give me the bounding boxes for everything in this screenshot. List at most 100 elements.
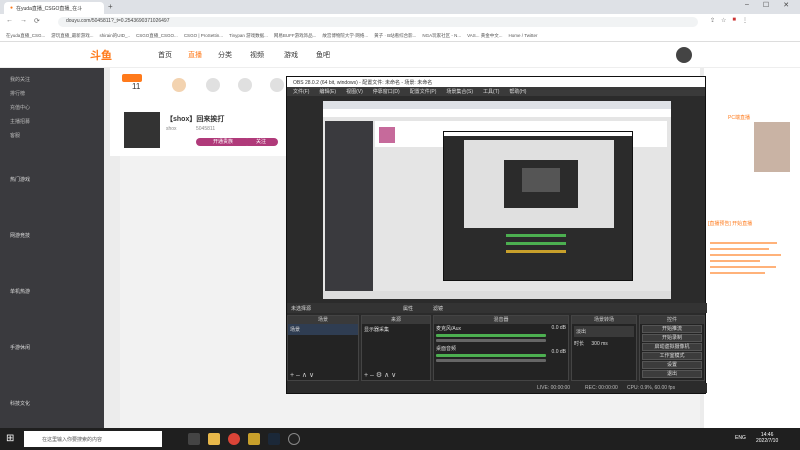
obs-taskbar-icon[interactable] <box>288 433 300 445</box>
cpu-status: CPU: 0.9%, 60.00 fps <box>627 385 676 391</box>
menu-item[interactable]: 停靠窗口(D) <box>373 88 400 95</box>
bookmark-item[interactable]: CSGO直播_CSGO... <box>136 33 178 39</box>
app-icon[interactable] <box>248 433 260 445</box>
menu-item[interactable]: 文件(F) <box>293 88 309 95</box>
filters-button[interactable]: 滤镜 <box>433 305 443 312</box>
bookmark-item[interactable]: 网易BUFF游戏饰品... <box>274 33 317 39</box>
address-bar-row: ← → ⟳ douyu.com/5045811?_t=0.25436903710… <box>0 14 800 30</box>
nav-yuba[interactable]: 鱼吧 <box>316 50 330 60</box>
sidebar-item[interactable]: 我的关注 <box>10 76 30 83</box>
douyu-logo[interactable]: 斗鱼 <box>90 47 112 63</box>
maximize-button[interactable]: ☐ <box>763 1 769 9</box>
obs-preview[interactable] <box>323 101 671 299</box>
bookmark-item[interactable]: 在yuda直播_CSG... <box>6 33 45 39</box>
chat-line <box>710 272 766 274</box>
task-icon[interactable] <box>238 78 252 92</box>
menu-icon[interactable]: ⋮ <box>742 17 748 24</box>
menu-item[interactable]: 视图(V) <box>346 88 363 95</box>
transition-select[interactable]: 淡出 <box>574 326 634 337</box>
reload-icon[interactable]: ⟳ <box>34 17 40 25</box>
studio-mode-button[interactable]: 工作室模式 <box>642 352 702 360</box>
taskbar-search[interactable]: 在这里输入你要搜索的内容 <box>24 431 162 447</box>
nav-category[interactable]: 分类 <box>218 50 232 60</box>
star-icon[interactable]: ☆ <box>721 17 726 24</box>
nav-live[interactable]: 直播 <box>188 50 202 60</box>
new-tab-button[interactable]: + <box>108 2 113 11</box>
bookmark-item[interactable]: 游玩直播_最新游戏... <box>51 33 93 39</box>
volume-slider[interactable] <box>436 339 546 342</box>
start-recording-button[interactable]: 开始录制 <box>642 334 702 342</box>
steam-icon[interactable] <box>268 433 280 445</box>
follow-button[interactable]: 关注 <box>244 138 278 146</box>
menu-item[interactable]: 配置文件(P) <box>410 88 437 95</box>
forward-icon[interactable]: → <box>20 17 27 25</box>
exit-button[interactable]: 退出 <box>642 370 702 378</box>
browser-tab[interactable]: ● 在yuda直播_CSGO直播_在斗 <box>4 2 104 14</box>
obs-window[interactable]: OBS 28.0.2 (64 bit, windows) - 配置文件: 未命名… <box>286 76 707 394</box>
duration-value[interactable]: 300 ms <box>591 341 607 347</box>
bookmark-item[interactable]: NGA玩家社区 - N... <box>422 33 461 39</box>
task-icon[interactable] <box>172 78 186 92</box>
nested-obs-2 <box>504 160 578 208</box>
streamer-avatar[interactable] <box>124 112 160 148</box>
virtual-camera-button[interactable]: 启动虚拟摄像机 <box>642 343 702 351</box>
mixer-track-name: 桌面音频 <box>436 346 457 352</box>
bookmark-item[interactable]: 故宫博物院大学·网络... <box>322 33 368 39</box>
bookmark-item[interactable]: VAS... 黄金中文... <box>467 33 502 39</box>
properties-button[interactable]: 属性 <box>403 305 413 312</box>
scene-controls[interactable]: + – ∧ ∨ <box>290 371 314 379</box>
bookmark-item[interactable]: shirain的UID_.. <box>100 33 131 39</box>
nav-home[interactable]: 首页 <box>158 50 172 60</box>
favicon-icon: ● <box>10 5 14 11</box>
chat-line <box>710 260 761 262</box>
transition-dock: 场景转场 淡出 时长 300 ms <box>571 315 637 381</box>
minimize-button[interactable]: – <box>745 1 749 9</box>
extension-icon[interactable]: ■ <box>732 17 736 24</box>
menu-item[interactable]: 工具(T) <box>483 88 499 95</box>
obs-menu: 文件(F) 编辑(E) 视图(V) 停靠窗口(D) 配置文件(P) 场景集合(S… <box>287 87 705 96</box>
sidebar-item[interactable]: 排行榜 <box>10 90 25 97</box>
source-item[interactable]: 显示器采集 <box>362 324 430 335</box>
settings-button[interactable]: 设置 <box>642 361 702 369</box>
bookmark-item[interactable]: Tinypan 游戏数据... <box>229 33 268 39</box>
nav-game[interactable]: 游戏 <box>284 50 298 60</box>
close-button[interactable]: ✕ <box>783 1 789 9</box>
url-input[interactable]: douyu.com/5045811?_t=0.2543690371026497 <box>58 17 698 27</box>
noble-button[interactable]: 开通贵族 <box>196 138 250 146</box>
sidebar-item[interactable]: 主播招募 <box>10 118 30 125</box>
bookmark-item[interactable]: Home / Twitter <box>509 33 538 38</box>
language-indicator[interactable]: ENG <box>735 435 746 441</box>
menu-item[interactable]: 场景集合(S) <box>446 88 473 95</box>
volume-slider[interactable] <box>436 359 546 362</box>
scene-item[interactable]: 场景 <box>288 324 358 335</box>
menu-item[interactable]: 编辑(E) <box>319 88 336 95</box>
duration-label: 时长 <box>574 341 585 347</box>
menu-item[interactable]: 帮助(H) <box>509 88 526 95</box>
sidebar-item[interactable]: 客服 <box>10 132 20 139</box>
bookmark-item[interactable]: CSGO | ProSettin... <box>184 33 223 38</box>
bookmark-item[interactable]: 黄子 · B站看综合影... <box>374 33 416 39</box>
start-streaming-button[interactable]: 开始推流 <box>642 325 702 333</box>
sidebar-item[interactable]: 充值中心 <box>10 104 30 111</box>
task-icon[interactable] <box>206 78 220 92</box>
mixer-track-level: 0.0 dB <box>551 349 566 355</box>
share-icon[interactable]: ⇪ <box>710 17 715 24</box>
pc-live-link[interactable]: PC端直播 <box>728 114 750 121</box>
source-controls[interactable]: + – ⚙ ∧ ∨ <box>364 371 396 379</box>
back-icon[interactable]: ← <box>6 17 13 25</box>
task-view-icon[interactable] <box>188 433 200 445</box>
windows-start-icon[interactable]: ⊞ <box>6 433 14 444</box>
avatar[interactable] <box>676 47 692 63</box>
chat-line <box>710 248 769 250</box>
sidebar-section-heading: 网游竞技 <box>10 233 31 239</box>
task-icon[interactable] <box>270 78 284 92</box>
ad-image[interactable] <box>754 122 790 172</box>
volume-meter <box>436 334 546 337</box>
clock[interactable]: 14:46 2022/7/10 <box>756 432 778 444</box>
streamer-name[interactable]: shox <box>166 126 177 132</box>
chrome-icon[interactable] <box>228 433 240 445</box>
nav-video[interactable]: 视频 <box>250 50 264 60</box>
nested-obs-title <box>444 132 632 136</box>
bookmarks-bar: 在yuda直播_CSG... 游玩直播_最新游戏... shirain的UID_..… <box>0 30 800 42</box>
file-explorer-icon[interactable] <box>208 433 220 445</box>
